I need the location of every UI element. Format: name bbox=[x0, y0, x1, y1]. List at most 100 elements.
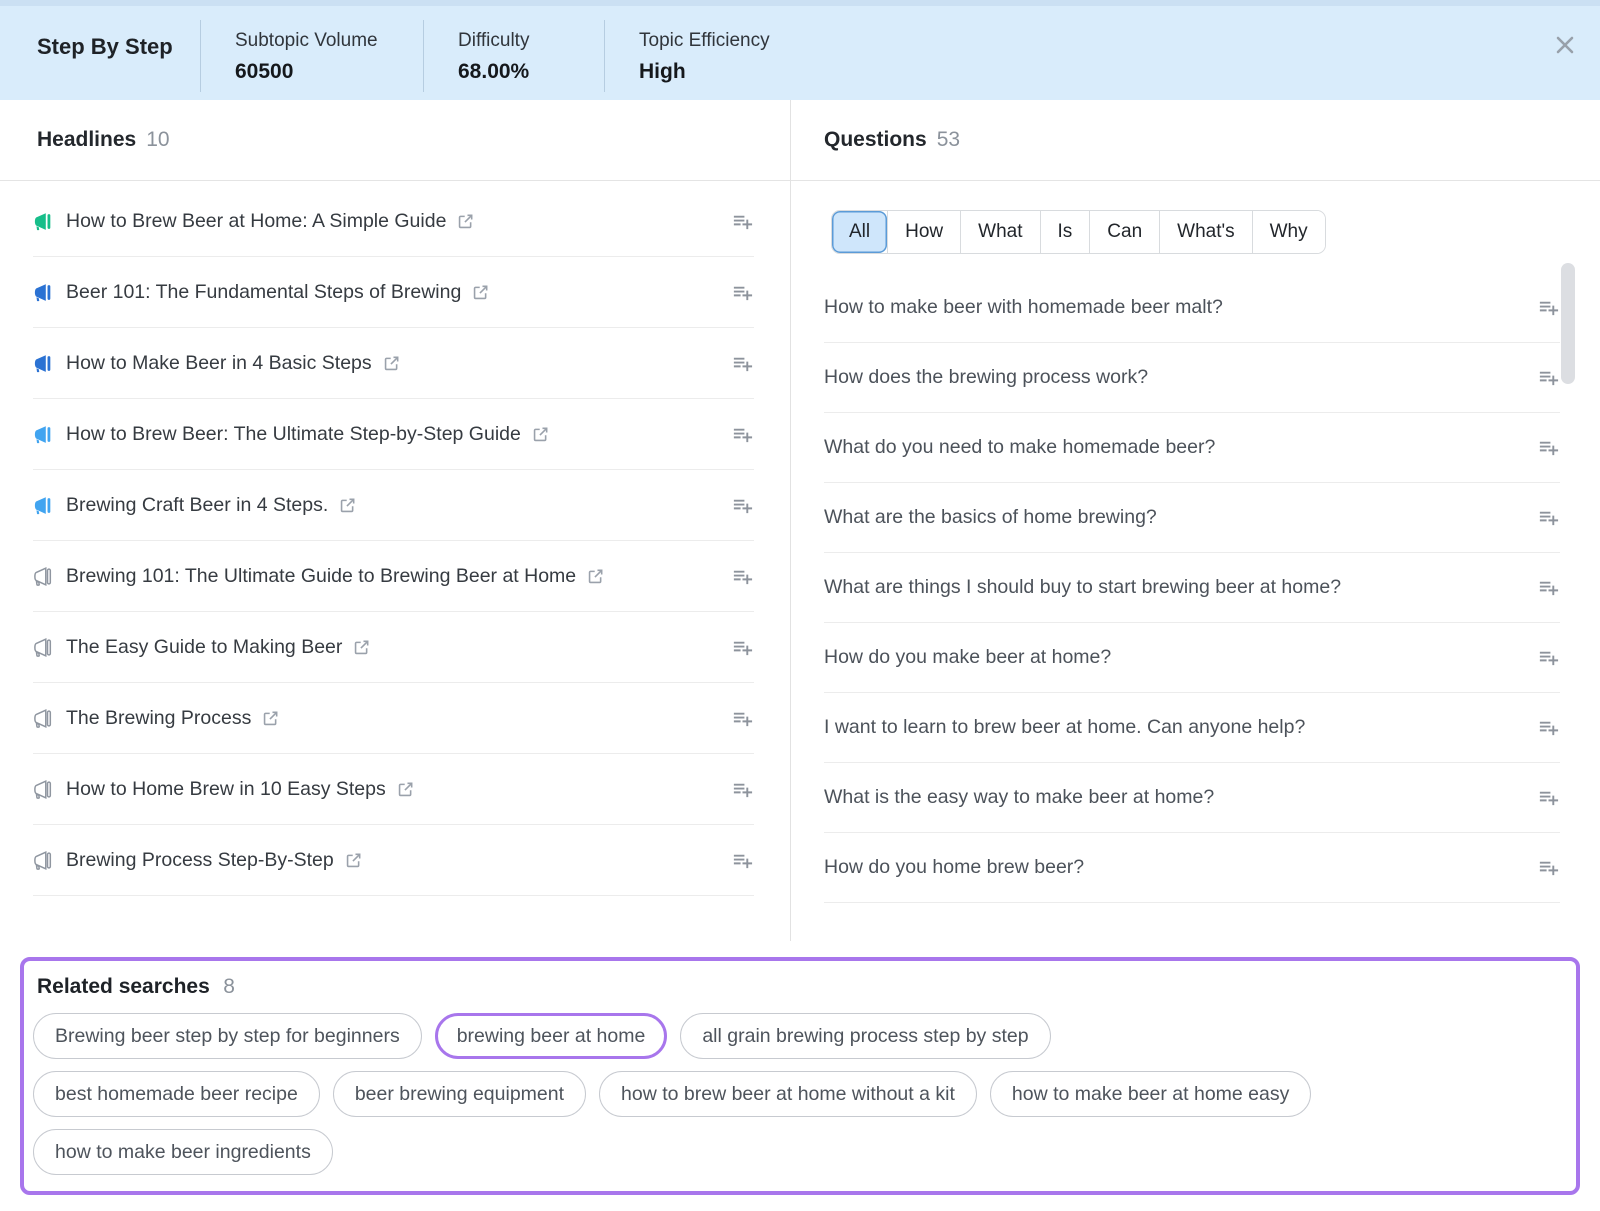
question-text: I want to learn to brew beer at home. Ca… bbox=[824, 716, 1305, 739]
add-to-list-icon[interactable] bbox=[731, 352, 754, 375]
add-to-list-icon[interactable] bbox=[1537, 506, 1560, 529]
external-link-icon bbox=[344, 851, 363, 870]
megaphone-icon bbox=[33, 211, 54, 232]
related-search-pill[interactable]: beer brewing equipment bbox=[333, 1071, 586, 1117]
headline-text: The Brewing Process bbox=[66, 707, 251, 730]
megaphone-icon bbox=[33, 850, 54, 871]
megaphone-icon bbox=[33, 424, 54, 445]
add-to-list-icon[interactable] bbox=[1537, 716, 1560, 739]
stat-topic-efficiency: Topic Efficiency High bbox=[605, 6, 770, 100]
question-text: How do you home brew beer? bbox=[824, 856, 1084, 879]
headline-link[interactable]: Brewing 101: The Ultimate Guide to Brewi… bbox=[66, 565, 605, 588]
add-to-list-icon[interactable] bbox=[1537, 786, 1560, 809]
related-search-pill[interactable]: best homemade beer recipe bbox=[33, 1071, 320, 1117]
related-search-pill[interactable]: how to make beer ingredients bbox=[33, 1129, 333, 1175]
question-row: What do you need to make homemade beer? bbox=[824, 413, 1560, 483]
headline-link[interactable]: Beer 101: The Fundamental Steps of Brewi… bbox=[66, 281, 490, 304]
filter-tab-whats[interactable]: What's bbox=[1159, 211, 1251, 253]
stat-value: 68.00% bbox=[458, 60, 604, 84]
questions-title: Questions bbox=[824, 128, 927, 152]
headlines-panel: Headlines 10 How to Brew Beer at Home: A… bbox=[0, 100, 791, 941]
scrollbar-thumb[interactable] bbox=[1561, 263, 1575, 384]
headline-link[interactable]: Brewing Craft Beer in 4 Steps. bbox=[66, 494, 357, 517]
add-to-list-icon[interactable] bbox=[1537, 576, 1560, 599]
headline-row: Brewing 101: The Ultimate Guide to Brewi… bbox=[33, 541, 754, 612]
questions-header: Questions 53 bbox=[791, 100, 1600, 181]
question-text: What are the basics of home brewing? bbox=[824, 506, 1157, 529]
filter-tab-how[interactable]: How bbox=[887, 211, 960, 253]
related-searches-panel: Related searches 8 Brewing beer step by … bbox=[20, 957, 1580, 1195]
add-to-list-icon[interactable] bbox=[1537, 436, 1560, 459]
related-search-pill-highlighted[interactable]: brewing beer at home bbox=[435, 1013, 668, 1059]
question-row: I want to learn to brew beer at home. Ca… bbox=[824, 693, 1560, 763]
filter-tab-what[interactable]: What bbox=[960, 211, 1039, 253]
question-row: What is the easy way to make beer at hom… bbox=[824, 763, 1560, 833]
close-button[interactable] bbox=[1550, 31, 1580, 61]
headline-text: Beer 101: The Fundamental Steps of Brewi… bbox=[66, 281, 461, 304]
stat-label: Subtopic Volume bbox=[235, 30, 423, 52]
headlines-count: 10 bbox=[146, 128, 169, 152]
topic-content: Headlines 10 How to Brew Beer at Home: A… bbox=[0, 100, 1600, 941]
add-to-list-icon[interactable] bbox=[731, 778, 754, 801]
stat-difficulty: Difficulty 68.00% bbox=[424, 6, 604, 100]
headline-text: How to Brew Beer: The Ultimate Step-by-S… bbox=[66, 423, 521, 446]
headline-link[interactable]: The Brewing Process bbox=[66, 707, 280, 730]
headline-row: Brewing Process Step-By-Step bbox=[33, 825, 754, 896]
external-link-icon bbox=[456, 212, 475, 231]
question-row: What are things I should buy to start br… bbox=[824, 553, 1560, 623]
questions-count: 53 bbox=[937, 128, 960, 152]
headline-link[interactable]: Brewing Process Step-By-Step bbox=[66, 849, 363, 872]
stat-label: Difficulty bbox=[458, 30, 604, 52]
headline-link[interactable]: How to Home Brew in 10 Easy Steps bbox=[66, 778, 415, 801]
question-text: What are things I should buy to start br… bbox=[824, 576, 1341, 599]
add-to-list-icon[interactable] bbox=[731, 849, 754, 872]
headline-text: How to Home Brew in 10 Easy Steps bbox=[66, 778, 386, 801]
related-search-pill[interactable]: all grain brewing process step by step bbox=[680, 1013, 1050, 1059]
headlines-title: Headlines bbox=[37, 128, 136, 152]
related-searches-count: 8 bbox=[223, 975, 235, 998]
related-searches-row: best homemade beer recipe beer brewing e… bbox=[33, 1071, 1564, 1117]
headline-link[interactable]: How to Make Beer in 4 Basic Steps bbox=[66, 352, 401, 375]
question-row: How to make beer with homemade beer malt… bbox=[824, 273, 1560, 343]
add-to-list-icon[interactable] bbox=[1537, 646, 1560, 669]
add-to-list-icon[interactable] bbox=[731, 565, 754, 588]
add-to-list-icon[interactable] bbox=[1537, 856, 1560, 879]
external-link-icon bbox=[352, 638, 371, 657]
related-search-pill[interactable]: Brewing beer step by step for beginners bbox=[33, 1013, 422, 1059]
add-to-list-icon[interactable] bbox=[731, 707, 754, 730]
add-to-list-icon[interactable] bbox=[731, 494, 754, 517]
related-searches-title: Related searches bbox=[37, 975, 210, 998]
add-to-list-icon[interactable] bbox=[731, 281, 754, 304]
related-search-pill[interactable]: how to make beer at home easy bbox=[990, 1071, 1312, 1117]
megaphone-icon bbox=[33, 637, 54, 658]
filter-tab-can[interactable]: Can bbox=[1089, 211, 1159, 253]
related-search-pill[interactable]: how to brew beer at home without a kit bbox=[599, 1071, 977, 1117]
headline-link[interactable]: How to Brew Beer: The Ultimate Step-by-S… bbox=[66, 423, 550, 446]
headline-text: Brewing Process Step-By-Step bbox=[66, 849, 334, 872]
related-searches-row: how to make beer ingredients bbox=[33, 1129, 1564, 1175]
filter-tab-is[interactable]: Is bbox=[1040, 211, 1090, 253]
stat-label: Topic Efficiency bbox=[639, 30, 770, 52]
headline-link[interactable]: How to Brew Beer at Home: A Simple Guide bbox=[66, 210, 475, 233]
add-to-list-icon[interactable] bbox=[1537, 296, 1560, 319]
megaphone-icon bbox=[33, 495, 54, 516]
headlines-header: Headlines 10 bbox=[0, 100, 790, 181]
megaphone-icon bbox=[33, 779, 54, 800]
external-link-icon bbox=[396, 780, 415, 799]
stat-value: 60500 bbox=[235, 60, 423, 84]
add-to-list-icon[interactable] bbox=[731, 423, 754, 446]
filter-tab-all[interactable]: All bbox=[832, 211, 887, 253]
stat-subtopic-volume: Subtopic Volume 60500 bbox=[201, 6, 423, 100]
question-row: What are the basics of home brewing? bbox=[824, 483, 1560, 553]
megaphone-icon bbox=[33, 708, 54, 729]
headline-link[interactable]: The Easy Guide to Making Beer bbox=[66, 636, 371, 659]
megaphone-icon bbox=[33, 282, 54, 303]
questions-panel: Questions 53 All How What Is Can What's … bbox=[791, 100, 1600, 941]
headline-text: How to Brew Beer at Home: A Simple Guide bbox=[66, 210, 446, 233]
add-to-list-icon[interactable] bbox=[1537, 366, 1560, 389]
add-to-list-icon[interactable] bbox=[731, 210, 754, 233]
headline-row: The Easy Guide to Making Beer bbox=[33, 612, 754, 683]
add-to-list-icon[interactable] bbox=[731, 636, 754, 659]
filter-tab-why[interactable]: Why bbox=[1252, 211, 1325, 253]
external-link-icon bbox=[471, 283, 490, 302]
